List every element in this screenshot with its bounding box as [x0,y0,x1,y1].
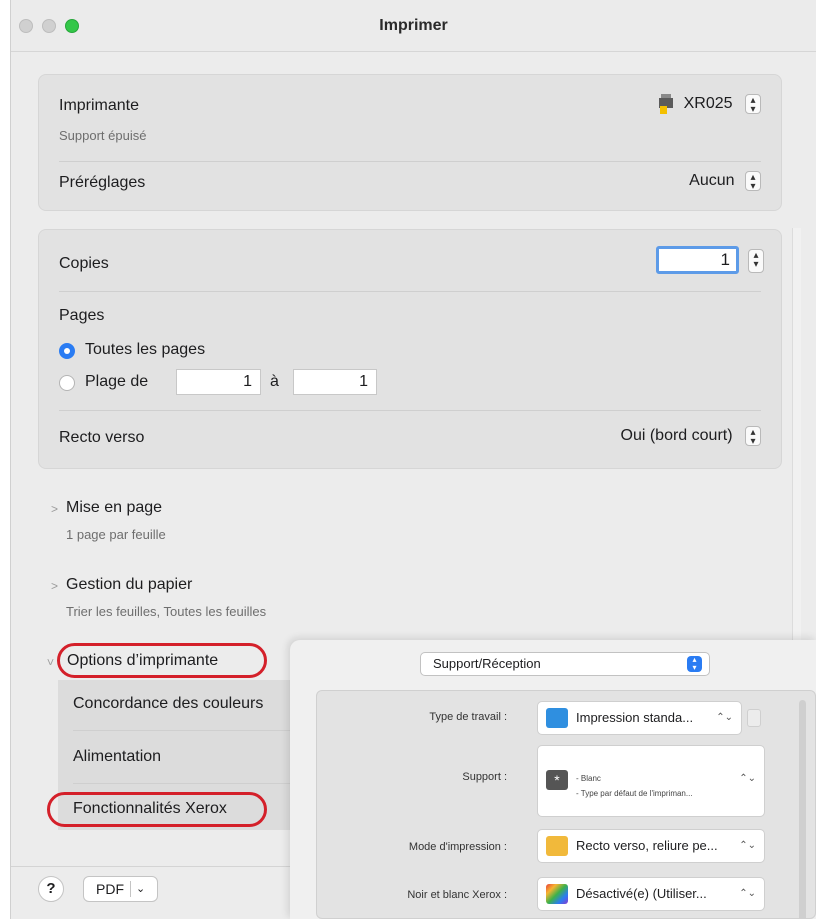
job-type-select[interactable]: Impression standa... ⌃⌄ [537,701,742,735]
asterisk-icon: * [546,770,568,790]
paper-select[interactable]: * - Blanc - Type par défaut de l'imprima… [537,745,765,817]
duplex-label: Recto verso [59,429,145,446]
range-to-input[interactable]: 1 [293,369,377,395]
job-type-label: Type de travail : [429,711,507,723]
copies-input[interactable]: 1 [656,246,739,274]
up-down-arrows-icon: ⌃⌄ [739,840,756,851]
section-layout-title[interactable]: Mise en page [66,499,162,517]
print-mode-label: Mode d'impression : [408,841,507,853]
job-type-value: Impression standa... [576,710,694,725]
window-title: Imprimer [379,17,448,34]
divider [59,291,761,292]
help-button[interactable]: ? [38,876,64,902]
chevron-right-icon[interactable]: > [51,502,58,516]
paper-label: Support : [462,771,507,783]
page-range-radio[interactable] [59,375,75,391]
option-color-matching[interactable]: Concordance des couleurs [73,695,263,713]
duplex-stepper-icon: ▴ ▾ [745,426,761,447]
presets-label: Préréglages [59,174,146,191]
up-down-arrows-icon: ⌃⌄ [716,712,733,723]
option-paper-feed[interactable]: Alimentation [73,748,161,766]
pages-label: Pages [59,307,105,324]
pdf-menu-button[interactable]: PDF ⌄ [83,876,158,902]
pdf-label: PDF [96,881,124,897]
presets-value: Aucun [689,172,735,189]
copies-label: Copies [59,255,109,272]
color-palette-icon [546,884,568,904]
duplex-popup[interactable]: Oui (bord court) ▴ ▾ [620,426,761,447]
printer-icon [546,708,568,728]
all-pages-radio[interactable] [59,343,75,359]
divider [59,161,761,162]
print-mode-value: Recto verso, reliure pe... [576,838,718,853]
paper-line-1: - Blanc [576,773,601,783]
copies-pages-card: Copies 1 ▴ ▾ Pages Toutes les pages Plage… [38,229,782,469]
printer-popup[interactable]: XR025 ▴ ▾ [659,94,761,118]
printer-icon [659,94,674,114]
range-from-input[interactable]: 1 [176,369,261,395]
all-pages-label: Toutes les pages [85,341,206,358]
duplex-icon [546,836,568,856]
xerox-section-value: Support/Réception [433,656,541,671]
duplex-value: Oui (bord court) [620,427,733,444]
title-bar: Imprimer [11,0,816,52]
bw-select[interactable]: Désactivé(e) (Utiliser... ⌃⌄ [537,877,765,911]
xerox-scrollbar[interactable] [799,700,806,919]
copies-stepper[interactable]: ▴ ▾ [748,249,764,273]
xerox-section-selector[interactable]: Support/Réception ▴ ▾ [420,652,710,676]
chevron-right-icon[interactable]: > [51,579,58,593]
xerox-options-area: Type de travail : Impression standa... ⌃… [316,690,816,919]
chevron-down-icon[interactable]: > [44,658,58,665]
up-down-arrows-icon: ⌃⌄ [739,888,756,899]
divider [130,881,131,897]
xerox-features-panel: Support/Réception ▴ ▾ Type de travail : I… [290,640,816,919]
divider [59,410,761,411]
chevron-down-icon[interactable]: ⌄ [136,877,145,901]
bw-value: Désactivé(e) (Utiliser... [576,886,707,901]
up-down-arrows-icon: ⌃⌄ [739,773,756,784]
printer-stepper-icon: ▴ ▾ [745,94,761,115]
highlight-oval [47,792,267,827]
printer-label: Imprimante [59,97,140,114]
divider [73,783,303,784]
printer-status: Support épuisé [59,128,147,143]
range-separator: à [270,373,279,390]
bw-label: Noir et blanc Xerox : [407,889,507,901]
section-layout-summary: 1 page par feuille [66,527,166,542]
presets-stepper-icon: ▴ ▾ [745,171,761,192]
divider [73,730,303,731]
page-range-label: Plage de [85,373,149,390]
presets-popup[interactable]: Aucun ▴ ▾ [689,171,761,192]
highlight-oval [57,643,267,678]
job-type-more-button[interactable] [747,709,761,727]
up-down-arrows-icon: ▴ ▾ [687,656,702,672]
section-paper-title[interactable]: Gestion du papier [66,576,192,594]
paper-line-2: - Type par défaut de l'impriman... [576,788,693,798]
printer-card: Imprimante Support épuisé XR025 ▴ ▾ Préré… [38,74,782,211]
scrollbar[interactable] [792,228,801,648]
printer-value: XR025 [683,95,733,112]
print-mode-select[interactable]: Recto verso, reliure pe... ⌃⌄ [537,829,765,863]
section-paper-summary: Trier les feuilles, Toutes les feuilles [66,604,267,619]
